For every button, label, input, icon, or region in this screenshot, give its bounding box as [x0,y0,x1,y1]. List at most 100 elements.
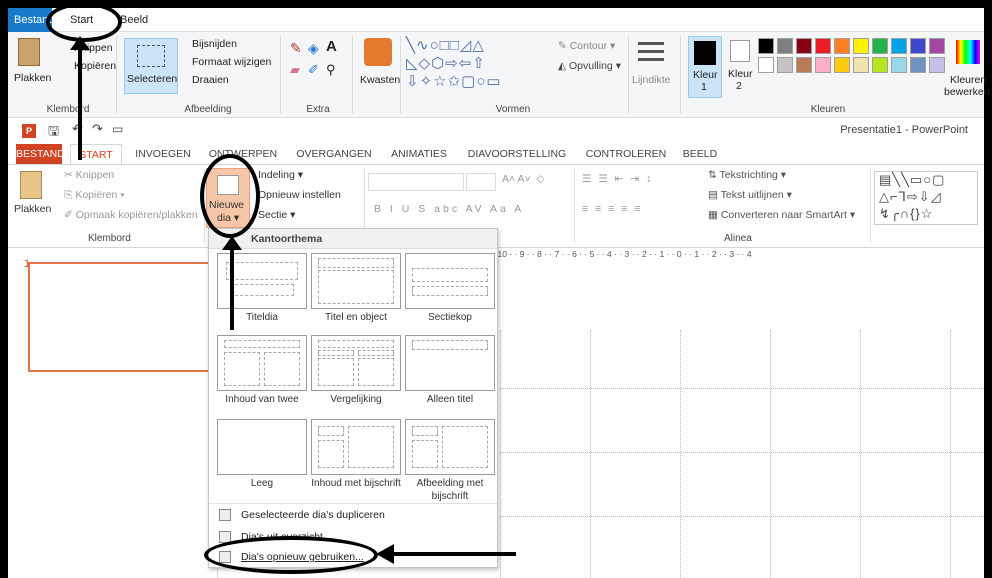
resize-button[interactable]: Formaat wijzigen [192,56,271,68]
tab-bestand[interactable]: BESTAND [16,144,65,164]
palette-swatch[interactable] [815,57,831,73]
palette-swatch[interactable] [777,38,793,54]
ppt-paste-icon[interactable] [20,171,42,199]
palette-swatch[interactable] [834,57,850,73]
color2-swatch [730,40,750,62]
list-buttons[interactable]: ☰ ☰ ⇤ ⇥ ↕ [582,173,653,185]
color-palette[interactable] [758,38,948,88]
select-button[interactable]: Selecteren [124,38,178,94]
palette-swatch[interactable] [796,57,812,73]
tab-invoegen[interactable]: INVOEGEN [128,144,198,164]
font-name-combo[interactable] [368,173,464,191]
layout-vergelijking[interactable]: Vergelijking [311,335,401,421]
palette-swatch[interactable] [834,38,850,54]
line-size-icon-3 [638,58,664,61]
palette-swatch[interactable] [891,38,907,54]
tab-controleren[interactable]: CONTROLEREN [582,144,670,164]
palette-swatch[interactable] [929,38,945,54]
font-size-combo[interactable] [466,173,496,191]
rotate-button[interactable]: Draaien [192,74,229,86]
smartart-button[interactable]: ▦ Converteren naar SmartArt ▾ [708,209,855,221]
ppt-shapes-gallery[interactable]: ▤╲╲▭○▢ △⌐⅂⇨⇩◿ ↯╭∩{}☆ [874,171,978,225]
palette-swatch[interactable] [929,57,945,73]
palette-swatch[interactable] [758,57,774,73]
palette-swatch[interactable] [910,38,926,54]
palette-swatch[interactable] [872,38,888,54]
color2-label: Kleur [728,68,753,80]
fill-icon[interactable]: ◈ [308,40,319,57]
align-buttons[interactable]: ≡ ≡ ≡ ≡ ≡ [582,203,642,215]
palette-swatch[interactable] [777,57,793,73]
layout-afbeelding-met-bijschrift[interactable]: Afbeelding met bijschrift [405,419,495,505]
save-icon[interactable]: 🖫 [48,122,59,144]
line-size-icon[interactable] [638,42,664,45]
ppt-cut-button[interactable]: ✂ Knippen [64,169,114,181]
layout-inhoud-van-twee[interactable]: Inhoud van twee [217,335,307,421]
palette-swatch[interactable] [891,57,907,73]
text-icon[interactable]: A [326,38,337,55]
tab-animaties[interactable]: ANIMATIES [384,144,454,164]
annotation-circle-new-slide [200,154,260,238]
picker-icon[interactable]: ✐ [308,62,319,78]
powerpoint-logo-icon: P [22,124,36,138]
tab-overgangen[interactable]: OVERGANGEN [290,144,378,164]
pencil-icon[interactable]: ✎ [290,40,302,57]
edit-colors-icon[interactable] [956,40,980,64]
outline-button[interactable]: ✎ Contour ▾ [558,40,615,52]
edit-colors-label[interactable]: Kleuren [950,74,986,86]
font-size-controls[interactable]: A˄ A˅ ◇ [502,173,545,185]
magnifier-icon[interactable]: ⚲ [326,62,336,78]
palette-swatch[interactable] [872,57,888,73]
layout-titel-en-object[interactable]: Titel en object [311,253,401,339]
duplicate-slides-item[interactable]: Geselecteerde dia's dupliceren [219,505,385,525]
brushes-label[interactable]: Kwasten [360,74,400,86]
paint-paste-label[interactable]: Plakken [14,72,51,84]
shapes-gallery-row3[interactable]: ⇩✧☆✩▢○▭ [406,72,502,90]
color2-button[interactable]: Kleur 2 [726,38,756,98]
palette-swatch[interactable] [758,38,774,54]
color1-button[interactable]: Kleur 1 [688,36,722,98]
ppt-paste-label[interactable]: Plakken [14,203,51,215]
palette-swatch[interactable] [853,57,869,73]
present-icon[interactable]: ▭ [112,122,123,136]
text-direction-button[interactable]: ⇅ Tekstrichting ▾ [708,169,786,181]
ppt-quick-access-toolbar: P 🖫 ↶ ↷ ▭ Presentatie1 - PowerPoint [8,118,984,144]
layout-button[interactable]: Indeling ▾ [258,169,303,181]
separator [400,36,401,114]
font-format-buttons[interactable]: B I U S abc AV Aa A [374,203,524,215]
shapes-gallery[interactable]: ╲∿○□□◿△ [406,36,485,54]
size-label[interactable]: Lijndikte [632,74,671,86]
ppt-format-painter-button[interactable]: ✐ Opmaak kopiëren/plakken [64,209,198,221]
tab-diavoorstelling[interactable]: DIAVOORSTELLING [460,144,574,164]
align-text-button[interactable]: ▤ Tekst uitlijnen ▾ [708,189,792,201]
shapes-gallery-row2[interactable]: ◺◇⬡⇨⇦⇧ [406,54,486,72]
layout-preview [311,253,401,309]
reset-button[interactable]: Opnieuw instellen [258,189,341,201]
fill-button[interactable]: ◭ Opvulling ▾ [558,60,621,72]
crop-button[interactable]: Bijsnijden [192,38,237,50]
palette-swatch[interactable] [910,57,926,73]
grid-line [860,330,861,578]
dropdown-header: Kantoorthema [209,229,497,249]
redo-icon[interactable]: ↷ [92,121,103,137]
eraser-icon[interactable]: ▰ [290,62,300,78]
layout-leeg[interactable]: Leeg [217,419,307,505]
brush-icon[interactable] [364,38,392,66]
layout-preview [217,335,307,391]
paste-icon[interactable] [18,38,40,66]
section-button[interactable]: Sectie ▾ [258,209,295,221]
placeholder [318,358,354,386]
palette-swatch[interactable] [815,38,831,54]
slide-thumbnail[interactable] [28,262,214,372]
tab-beeld[interactable]: BEELD [676,144,724,164]
layout-alleen-titel[interactable]: Alleen titel [405,335,495,421]
placeholder [412,440,438,468]
palette-swatch[interactable] [853,38,869,54]
placeholder [412,286,488,296]
grid-line [590,330,591,578]
layout-sectiekop[interactable]: Sectiekop [405,253,495,339]
ppt-shapes-row2: △⌐⅂⇨⇩◿ [879,189,942,204]
layout-inhoud-met-bijschrift[interactable]: Inhoud met bijschrift [311,419,401,505]
palette-swatch[interactable] [796,38,812,54]
ppt-copy-button[interactable]: ⎘ Kopiëren ▾ [64,189,125,202]
